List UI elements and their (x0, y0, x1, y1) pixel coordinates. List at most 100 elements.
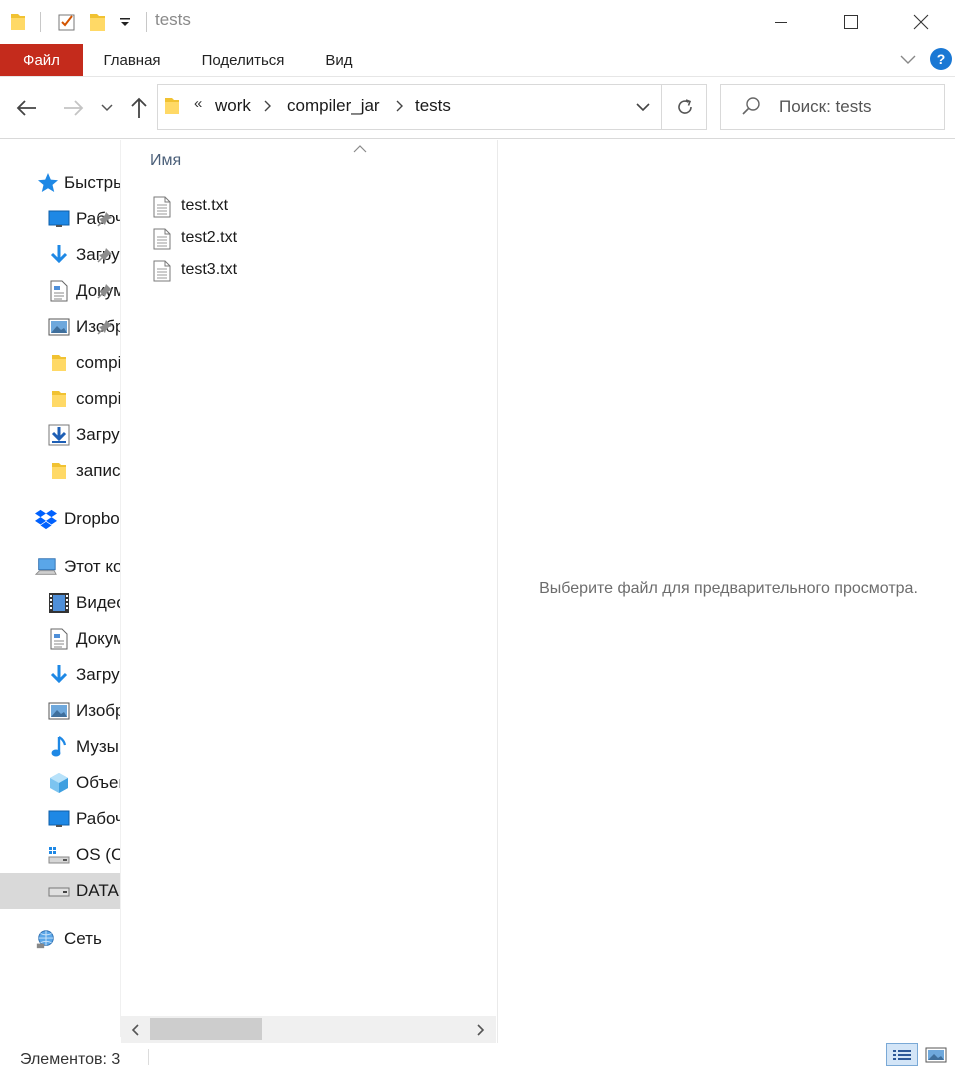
title-bar: tests (0, 0, 955, 44)
new-folder-icon[interactable] (88, 0, 108, 44)
text-file-icon (153, 228, 171, 255)
minimize-button[interactable] (746, 0, 816, 44)
os-drive-icon (48, 844, 70, 866)
pin-icon (97, 283, 113, 304)
folder-icon (48, 352, 70, 374)
sidebar-item-label: записи (76, 461, 120, 480)
folder-icon (48, 460, 70, 482)
tab-file[interactable]: Файл (0, 44, 83, 76)
help-button[interactable]: ? (930, 48, 952, 70)
sidebar-item-dropbox[interactable]: Dropbox (0, 501, 120, 537)
sidebar-item-desktop[interactable]: Рабочий стол (0, 801, 120, 837)
tab-home[interactable]: Главная (90, 44, 174, 76)
pictures-icon (48, 700, 70, 722)
address-overflow-button[interactable]: « (194, 95, 202, 112)
ribbon: Файл Главная Поделиться Вид ? (0, 44, 955, 77)
title-separator (146, 12, 147, 32)
pin-icon (97, 211, 113, 232)
breadcrumb-compiler-jar[interactable]: compiler_jar (287, 96, 380, 116)
sidebar-item-downloads-pinned[interactable]: Загрузки (0, 237, 120, 273)
window-title: tests (155, 10, 191, 29)
sort-ascending-icon (353, 140, 367, 158)
maximize-button[interactable] (816, 0, 886, 44)
file-row[interactable]: test2.txt (149, 224, 449, 254)
sidebar-item-label: Музыка (76, 737, 120, 756)
sidebar-item-os-drive[interactable]: OS (C:) (0, 837, 120, 873)
sidebar-item-videos[interactable]: Видео (0, 585, 120, 621)
column-header-name[interactable]: Имя (150, 152, 181, 170)
scrollbar-thumb[interactable] (150, 1018, 262, 1040)
horizontal-scrollbar[interactable] (121, 1016, 496, 1043)
sidebar-item-pictures-pinned[interactable]: Изображения (0, 309, 120, 345)
tab-view[interactable]: Вид (312, 44, 366, 76)
sidebar-item-3d-objects[interactable]: Объемные объекты (0, 765, 120, 801)
desktop-icon (48, 808, 70, 830)
search-box[interactable] (720, 84, 945, 130)
recent-locations-chevron-icon[interactable] (96, 93, 118, 123)
sidebar-item-label: DATA (76, 881, 119, 900)
sidebar-item-desktop-pinned[interactable]: Рабочий стол (0, 201, 120, 237)
sidebar-item-documents-pinned[interactable]: Документы (0, 273, 120, 309)
video-icon (48, 592, 70, 614)
scroll-left-icon[interactable] (125, 1020, 145, 1040)
preview-pane: Выберите файл для предварительного просм… (498, 140, 955, 1043)
tab-share[interactable]: Поделиться (186, 44, 300, 76)
address-bar[interactable]: « work compiler_jar tests (157, 84, 707, 130)
file-row[interactable]: test.txt (149, 192, 449, 222)
status-separator (148, 1049, 149, 1065)
document-icon (48, 628, 70, 650)
sidebar-item-network[interactable]: Сеть (0, 921, 120, 957)
desktop-icon (48, 208, 70, 230)
pictures-icon (48, 316, 70, 338)
sidebar-item-downloads-folder[interactable]: Загрузки (0, 417, 120, 453)
up-arrow-icon[interactable] (124, 93, 154, 123)
breadcrumb-work[interactable]: work (215, 96, 251, 116)
chevron-right-icon[interactable] (264, 99, 272, 117)
sidebar-item-label: Dropbox (64, 509, 120, 528)
properties-icon[interactable] (56, 0, 78, 44)
text-file-icon (153, 260, 171, 287)
file-name: test.txt (181, 197, 229, 214)
music-icon (48, 736, 70, 758)
download-icon (48, 244, 70, 266)
sidebar-item-music[interactable]: Музыка (0, 729, 120, 765)
folder-icon (164, 96, 180, 121)
sidebar-item-quick-access[interactable]: Быстрый доступ (0, 165, 120, 201)
download-box-icon (48, 424, 70, 446)
sidebar-item-this-pc[interactable]: Этот компьютер (0, 549, 120, 585)
sidebar-item-label: compiler (76, 389, 120, 408)
scroll-right-icon[interactable] (471, 1020, 491, 1040)
search-input[interactable] (779, 94, 939, 120)
sidebar-item-label: Видео (76, 593, 120, 612)
3d-objects-icon (48, 772, 70, 794)
expand-ribbon-chevron-icon[interactable] (896, 50, 920, 70)
sidebar-item-label: Загрузки (76, 665, 120, 684)
file-list: Имя test.txt test2.txt test3.txt (121, 140, 497, 1016)
file-name: test3.txt (181, 261, 238, 278)
breadcrumb-tests[interactable]: tests (415, 96, 451, 116)
search-icon (741, 96, 761, 121)
close-button[interactable] (886, 0, 955, 44)
sidebar-item-label: OS (C:) (76, 845, 120, 864)
sidebar-item-compiler-2[interactable]: compiler (0, 381, 120, 417)
sidebar-item-downloads[interactable]: Загрузки (0, 657, 120, 693)
computer-icon (35, 556, 57, 578)
navigation-bar: « work compiler_jar tests (0, 77, 955, 139)
sidebar-item-pictures[interactable]: Изображения (0, 693, 120, 729)
forward-arrow-icon[interactable] (58, 93, 88, 123)
sidebar-item-compiler-1[interactable]: compiler (0, 345, 120, 381)
large-icons-view-icon[interactable] (920, 1043, 952, 1066)
sidebar-item-data-drive[interactable]: DATA (0, 873, 120, 909)
download-icon (48, 664, 70, 686)
dropbox-icon (35, 508, 57, 530)
back-arrow-icon[interactable] (12, 93, 42, 123)
file-row[interactable]: test3.txt (149, 256, 449, 286)
details-view-icon[interactable] (886, 1043, 918, 1066)
quick-access-dropdown[interactable] (118, 0, 132, 44)
chevron-right-icon[interactable] (396, 99, 404, 117)
sidebar-item-label: Объемные объекты (76, 773, 120, 792)
address-history-chevron-icon[interactable] (625, 85, 661, 129)
sidebar-item-records[interactable]: записи (0, 453, 120, 489)
refresh-icon[interactable] (661, 85, 707, 129)
sidebar-item-documents[interactable]: Документы (0, 621, 120, 657)
